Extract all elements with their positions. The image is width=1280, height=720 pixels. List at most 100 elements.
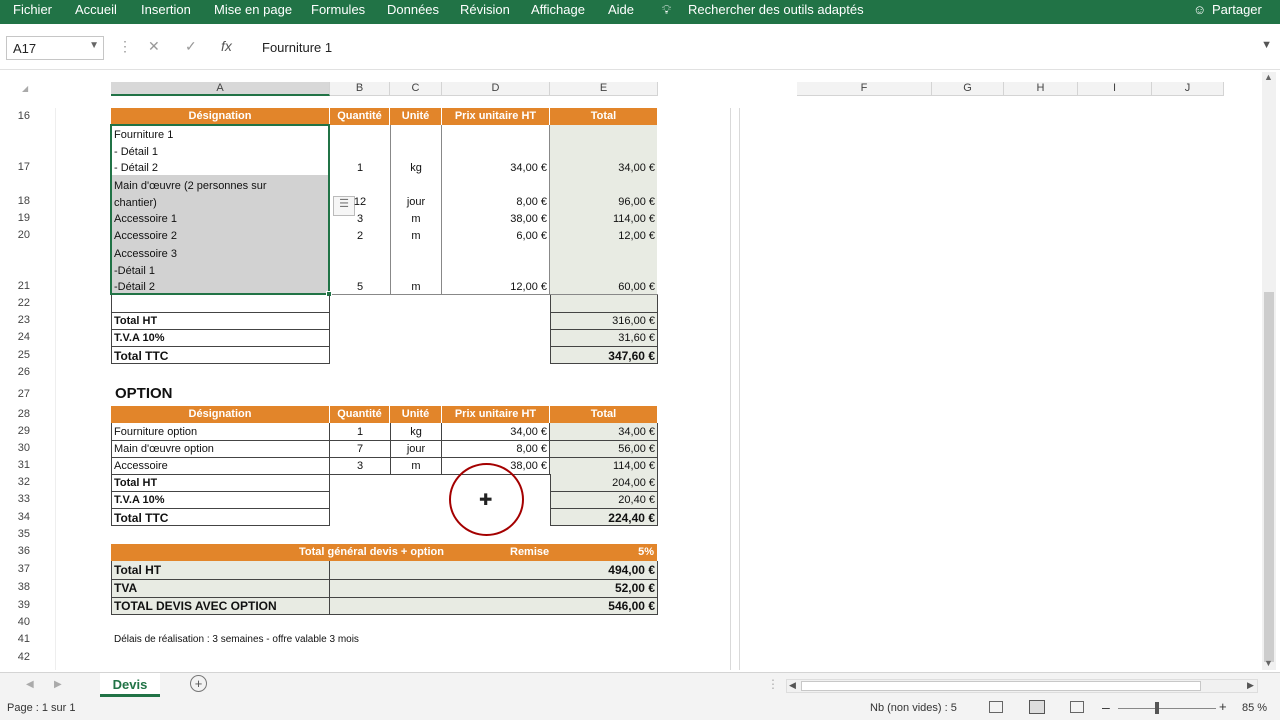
menu-formules[interactable]: Formules (311, 2, 365, 17)
cell-e32[interactable]: 204,00 € (550, 477, 657, 489)
cell-c17[interactable]: kg (390, 162, 442, 174)
select-all-icon[interactable]: ◢ (22, 84, 28, 93)
cell-b30[interactable]: 7 (330, 443, 390, 455)
chevron-down-icon[interactable]: ▼ (89, 40, 99, 51)
menu-mise-en-page[interactable]: Mise en page (214, 2, 292, 17)
scroll-right-icon[interactable]: ▶ (1247, 680, 1254, 691)
zoom-level[interactable]: 85 % (1242, 702, 1267, 714)
row-header[interactable]: 18 (0, 195, 34, 207)
cell-a39[interactable]: TOTAL DEVIS AVEC OPTION (114, 599, 277, 613)
cell-c29[interactable]: kg (390, 426, 442, 438)
cell-e24[interactable]: 31,60 € (550, 332, 657, 344)
vertical-scroll-thumb[interactable] (1264, 292, 1274, 662)
cell-a38[interactable]: TVA (114, 581, 137, 595)
cell-e34[interactable]: 224,40 € (550, 511, 657, 525)
cell-a33[interactable]: T.V.A 10% (114, 494, 165, 506)
cell-d30[interactable]: 8,00 € (442, 443, 549, 455)
row-header[interactable]: 19 (0, 212, 34, 224)
row-header[interactable]: 38 (0, 581, 34, 593)
row-header[interactable]: 39 (0, 599, 34, 611)
cell-e21[interactable]: 60,00 € (550, 281, 657, 293)
page-layout-view-icon[interactable] (1029, 700, 1045, 714)
cell-a24[interactable]: T.V.A 10% (114, 332, 165, 344)
cell-e20[interactable]: 12,00 € (550, 230, 657, 242)
row-header[interactable]: 26 (0, 366, 34, 378)
cell-c18[interactable]: jour (390, 196, 442, 208)
cell-a31[interactable]: Accessoire (114, 460, 168, 472)
row-header[interactable]: 29 (0, 425, 34, 437)
cell-a30[interactable]: Main d'œuvre option (114, 443, 214, 455)
zoom-slider-track[interactable] (1118, 708, 1216, 709)
row-header[interactable]: 41 (0, 633, 34, 645)
zoom-out-icon[interactable]: – (1102, 699, 1110, 715)
row-header[interactable]: 16 (0, 110, 34, 122)
cell-a25[interactable]: Total TTC (114, 349, 168, 363)
scroll-down-icon[interactable]: ▼ (1264, 658, 1273, 668)
cell-e33[interactable]: 20,40 € (550, 494, 657, 506)
zoom-in-icon[interactable]: + (1219, 699, 1227, 714)
row-header[interactable]: 40 (0, 616, 34, 628)
row-header[interactable]: 37 (0, 563, 34, 575)
row-header[interactable]: 27 (0, 388, 34, 400)
cell-d21[interactable]: 12,00 € (442, 281, 549, 293)
scroll-left-icon[interactable]: ◀ (789, 680, 796, 691)
column-header-a[interactable]: A (111, 82, 330, 96)
cell-e23[interactable]: 316,00 € (550, 315, 657, 327)
name-box[interactable]: A17 ▼ (6, 36, 104, 60)
scroll-up-icon[interactable]: ▲ (1264, 72, 1273, 82)
row-header[interactable]: 30 (0, 442, 34, 454)
cell-d17[interactable]: 34,00 € (442, 162, 549, 174)
column-header-f[interactable]: F (797, 82, 932, 96)
row-header[interactable]: 32 (0, 476, 34, 488)
menu-donnees[interactable]: Données (387, 2, 439, 17)
column-header-i[interactable]: I (1078, 82, 1152, 96)
cell-d29[interactable]: 34,00 € (442, 426, 549, 438)
row-header[interactable]: 31 (0, 459, 34, 471)
confirm-icon[interactable]: ✓ (185, 38, 197, 55)
cell-b20[interactable]: 2 (330, 230, 390, 242)
column-header-h[interactable]: H (1004, 82, 1078, 96)
cell-c19[interactable]: m (390, 213, 442, 225)
cell-b18[interactable]: 12 (330, 196, 390, 208)
prev-sheet-icon[interactable]: ◀ (26, 679, 34, 690)
cell-c20[interactable]: m (390, 230, 442, 242)
row-header[interactable]: 33 (0, 493, 34, 505)
row-header[interactable]: 23 (0, 314, 34, 326)
remise-value[interactable]: 5% (550, 544, 658, 561)
tell-me-search[interactable]: Rechercher des outils adaptés (688, 2, 864, 17)
row-header[interactable]: 34 (0, 511, 34, 523)
row-header[interactable]: 42 (0, 651, 34, 663)
row-header[interactable]: 21 (0, 280, 34, 292)
cell-e37[interactable]: 494,00 € (550, 563, 657, 577)
cell-e17[interactable]: 34,00 € (550, 162, 657, 174)
cell-e29[interactable]: 34,00 € (550, 426, 657, 438)
column-header-e[interactable]: E (550, 82, 658, 96)
next-sheet-icon[interactable]: ▶ (54, 679, 62, 690)
cell-a32[interactable]: Total HT (114, 477, 157, 489)
row-header[interactable]: 22 (0, 297, 34, 309)
cell-b31[interactable]: 3 (330, 460, 390, 472)
cell-a21[interactable]: Accessoire 3 -Détail 1 -Détail 2 (114, 246, 177, 296)
row-header[interactable]: 20 (0, 229, 34, 241)
cell-a23[interactable]: Total HT (114, 315, 157, 327)
cell-b19[interactable]: 3 (330, 213, 390, 225)
column-header-c[interactable]: C (390, 82, 442, 96)
cell-c21[interactable]: m (390, 281, 442, 293)
column-header-g[interactable]: G (932, 82, 1004, 96)
cell-b29[interactable]: 1 (330, 426, 390, 438)
column-header-d[interactable]: D (442, 82, 550, 96)
row-header[interactable]: 17 (0, 161, 34, 173)
option-title[interactable]: OPTION (115, 385, 173, 402)
row-header[interactable]: 24 (0, 331, 34, 343)
cell-e30[interactable]: 56,00 € (550, 443, 657, 455)
cell-a20[interactable]: Accessoire 2 (114, 230, 177, 242)
cell-b17[interactable]: 1 (330, 162, 390, 174)
horizontal-scroll-thumb[interactable] (801, 681, 1201, 691)
zoom-slider-thumb[interactable] (1155, 702, 1159, 714)
share-button[interactable]: Partager (1212, 2, 1262, 17)
page-break-view-icon[interactable] (1070, 701, 1084, 713)
menu-accueil[interactable]: Accueil (75, 2, 117, 17)
cell-e18[interactable]: 96,00 € (550, 196, 657, 208)
cell-a19[interactable]: Accessoire 1 (114, 213, 177, 225)
menu-affichage[interactable]: Affichage (531, 2, 585, 17)
